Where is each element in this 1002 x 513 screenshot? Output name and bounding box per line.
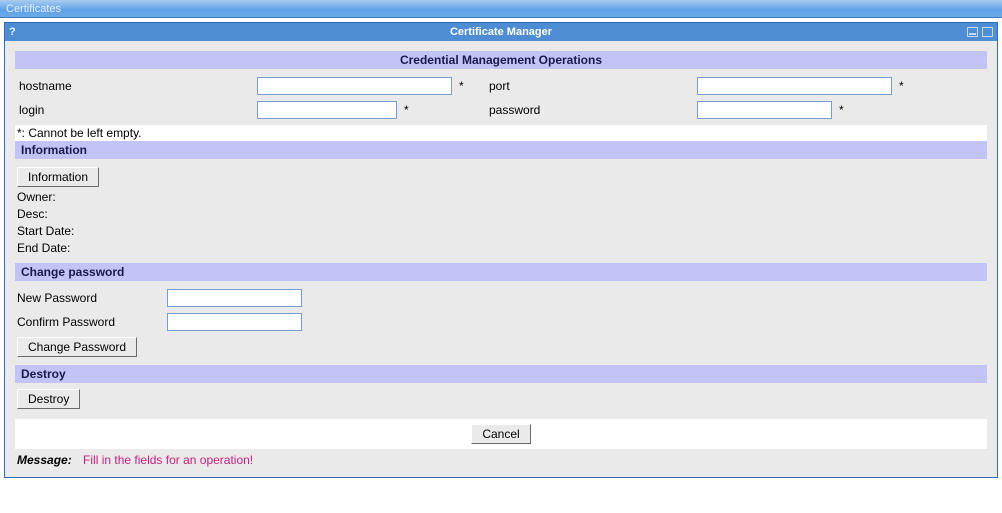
credential-form: hostname * port * login * password * (15, 69, 987, 121)
maximize-icon[interactable] (982, 27, 993, 37)
certificate-manager-window: ? Certificate Manager Credential Managem… (4, 22, 998, 478)
information-header: Information (15, 141, 987, 159)
cancel-row: Cancel (15, 419, 987, 449)
destroy-header: Destroy (15, 365, 987, 383)
window-title: Certificate Manager (5, 26, 997, 38)
window-content: Credential Management Operations hostnam… (5, 41, 997, 477)
confirm-password-label: Confirm Password (17, 315, 167, 329)
port-input[interactable] (697, 77, 892, 95)
password-input[interactable] (697, 101, 832, 119)
password-label: password (487, 103, 697, 117)
app-titlebar: Certificates (0, 0, 1002, 18)
change-password-header: Change password (15, 263, 987, 281)
credential-operations-header: Credential Management Operations (15, 51, 987, 69)
help-button[interactable]: ? (9, 26, 23, 38)
confirm-password-input[interactable] (167, 313, 302, 331)
password-required-star: * (837, 103, 917, 117)
information-button[interactable]: Information (17, 167, 99, 187)
start-date-label: Start Date: (17, 224, 74, 238)
login-label: login (17, 103, 257, 117)
cancel-button[interactable]: Cancel (471, 424, 530, 444)
message-label: Message: (17, 453, 72, 467)
hostname-required-star: * (457, 79, 487, 93)
destroy-button[interactable]: Destroy (17, 389, 80, 409)
port-label: port (487, 79, 697, 93)
new-password-label: New Password (17, 291, 167, 305)
message-row: Message: Fill in the fields for an opera… (15, 449, 987, 471)
window-controls (967, 27, 993, 37)
change-password-button[interactable]: Change Password (17, 337, 137, 357)
message-text: Fill in the fields for an operation! (83, 453, 253, 467)
minimize-icon[interactable] (967, 27, 978, 37)
required-note: *: Cannot be left empty. (15, 125, 987, 141)
login-input[interactable] (257, 101, 397, 119)
login-required-star: * (402, 103, 487, 117)
hostname-label: hostname (17, 79, 257, 93)
new-password-input[interactable] (167, 289, 302, 307)
hostname-input[interactable] (257, 77, 452, 95)
desc-label: Desc: (17, 207, 48, 221)
end-date-label: End Date: (17, 241, 70, 255)
change-password-section: New Password Confirm Password (15, 281, 987, 335)
app-title: Certificates (6, 3, 61, 15)
port-required-star: * (897, 79, 917, 93)
information-section: Information Owner: Desc: Start Date: End… (15, 159, 987, 263)
window-titlebar: ? Certificate Manager (5, 23, 997, 41)
owner-label: Owner: (17, 190, 56, 204)
